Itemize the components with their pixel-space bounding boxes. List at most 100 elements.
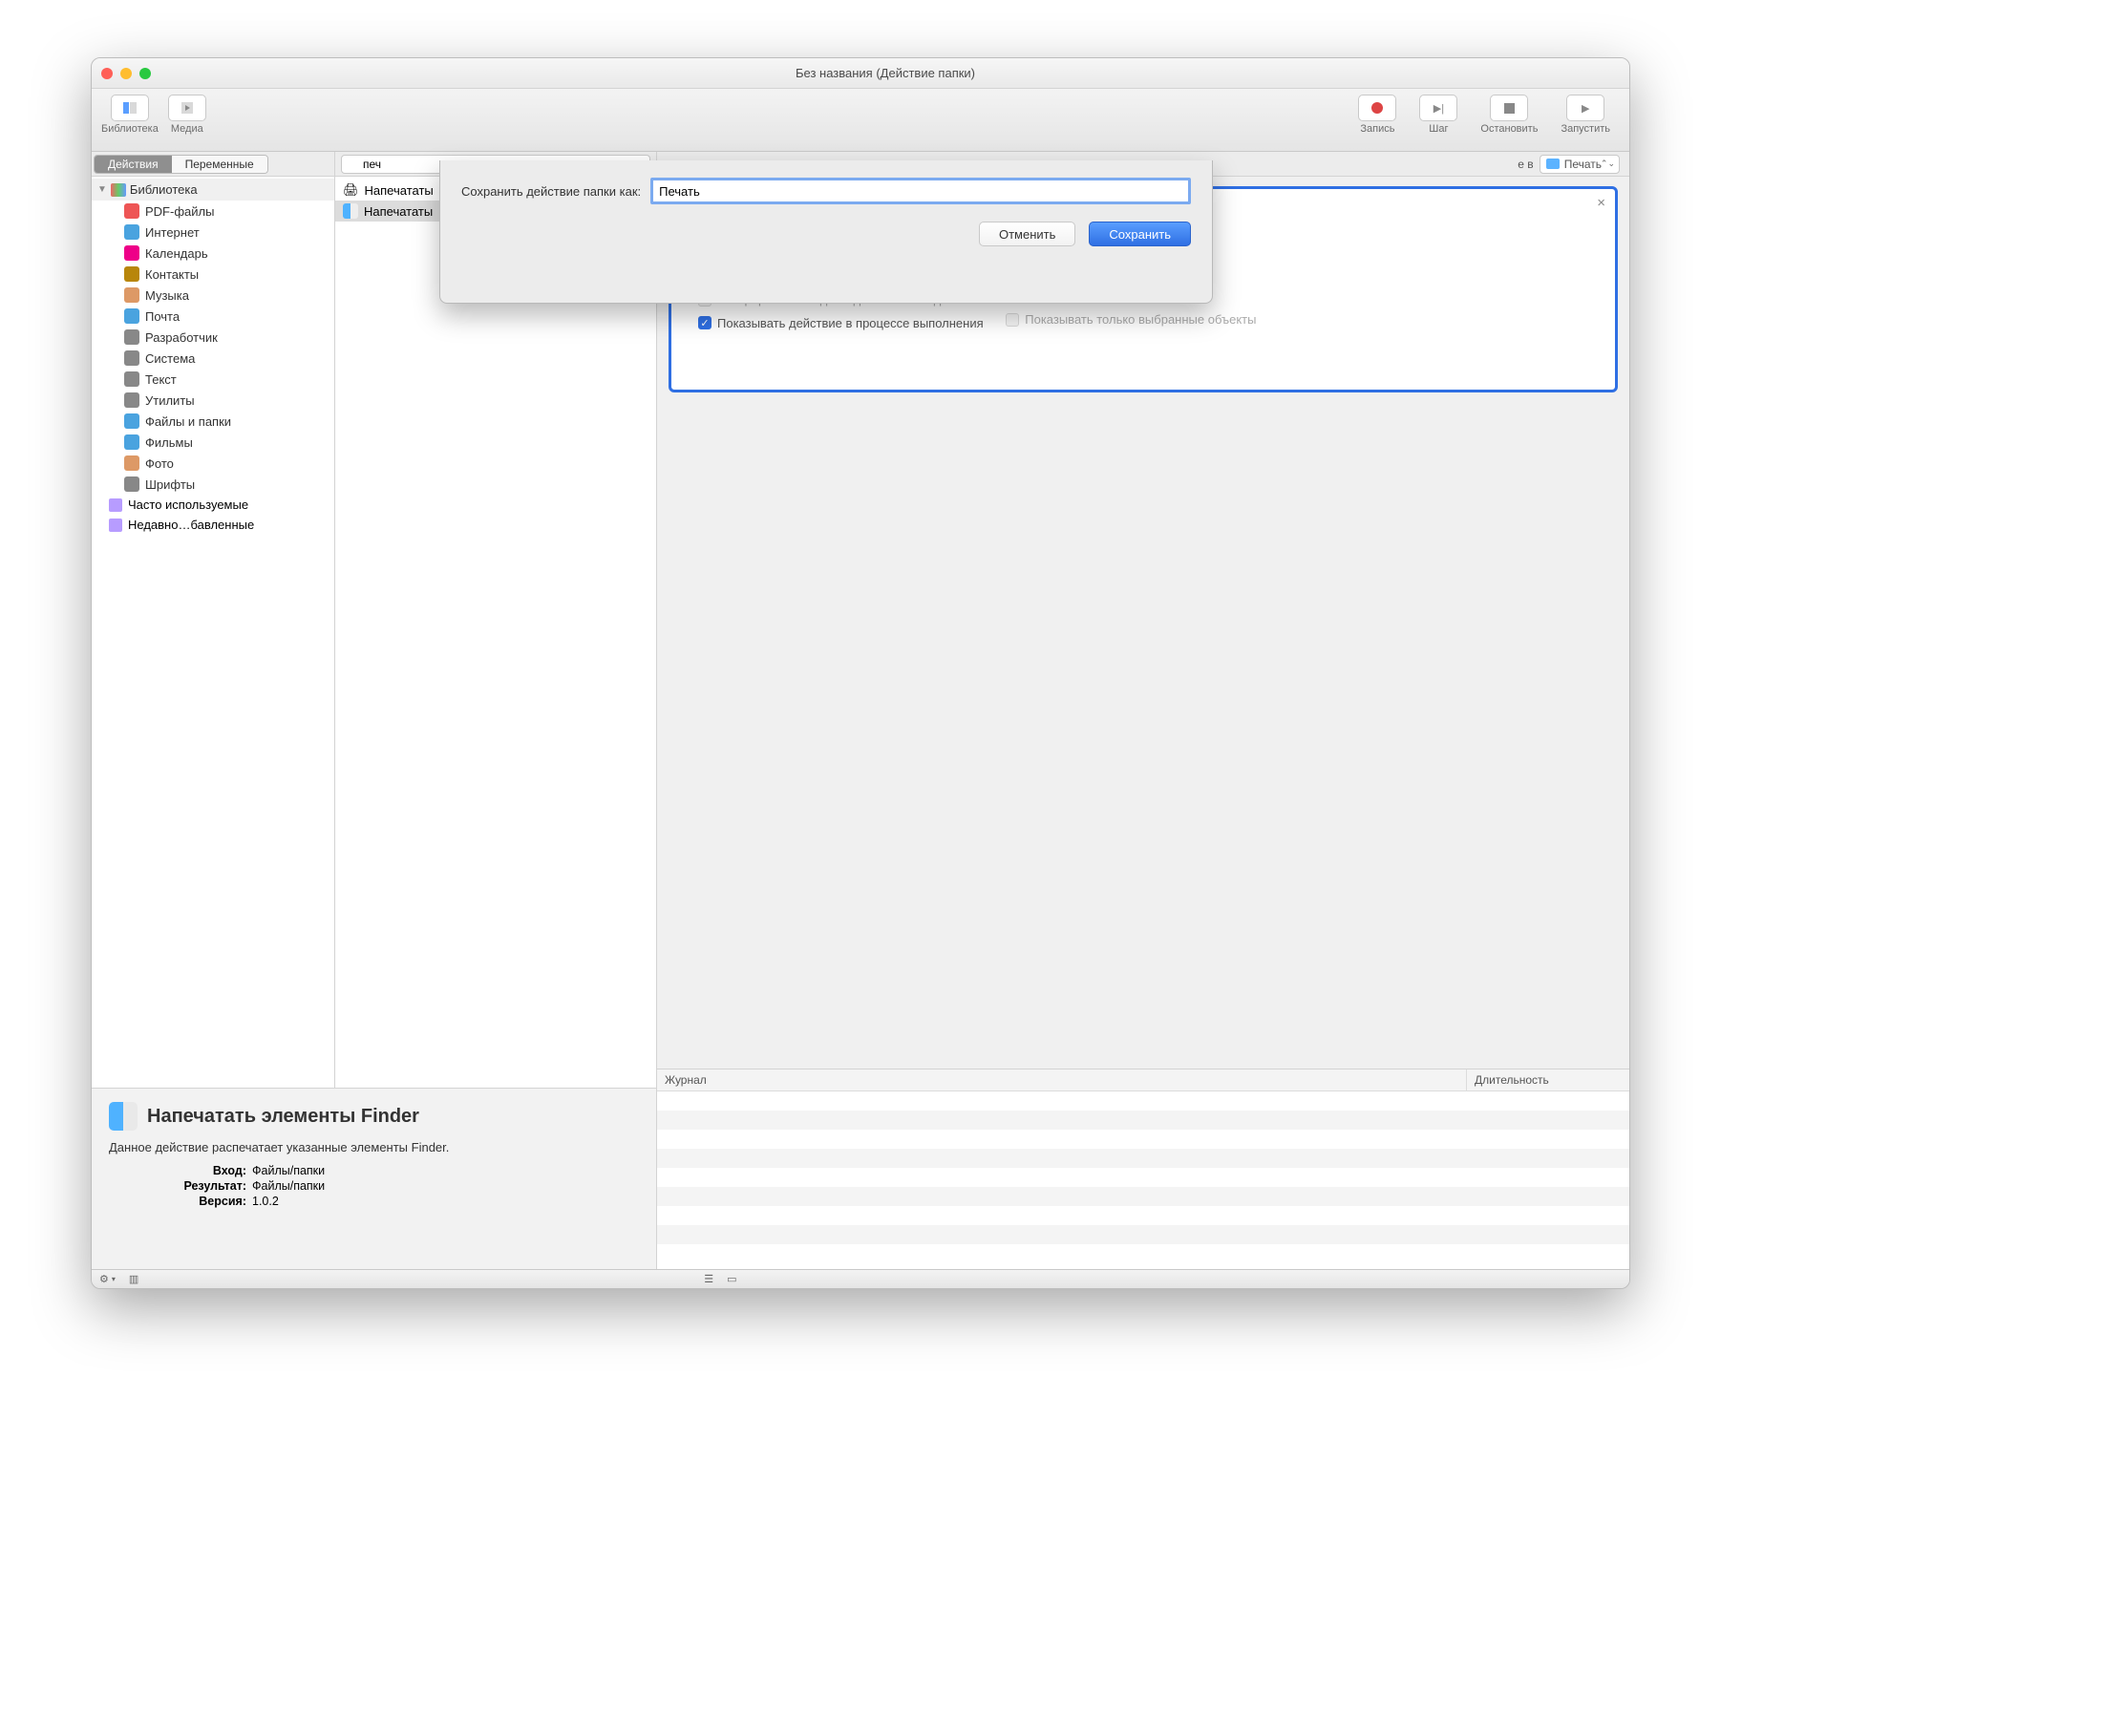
sidebar-item[interactable]: Система — [92, 348, 334, 369]
finder-icon — [343, 203, 358, 219]
info-result-key: Результат: — [109, 1179, 252, 1193]
save-dialog: Сохранить действие папки как: Отменить С… — [439, 160, 1213, 304]
sidebar-item[interactable]: Календарь — [92, 243, 334, 264]
stop-icon — [1504, 103, 1515, 114]
category-icon — [124, 350, 139, 366]
sidebar-tabs: Действия Переменные — [94, 155, 268, 174]
sidebar-item[interactable]: Разработчик — [92, 327, 334, 348]
sidebar-item-frequent[interactable]: Часто используемые — [92, 495, 334, 515]
sidebar-item[interactable]: Музыка — [92, 285, 334, 306]
checkbox-show-progress-label: Показывать действие в процессе выполнени… — [717, 316, 984, 330]
list-view-icon[interactable]: ☰ — [704, 1273, 713, 1285]
sidebar-item[interactable]: Фото — [92, 453, 334, 474]
sidebar-item[interactable]: Контакты — [92, 264, 334, 285]
sidebar-item[interactable]: Фильмы — [92, 432, 334, 453]
books-icon — [111, 183, 126, 197]
log-col-journal[interactable]: Журнал — [657, 1069, 1467, 1090]
tab-actions[interactable]: Действия — [95, 156, 172, 173]
info-input-value: Файлы/папки — [252, 1164, 325, 1177]
category-icon — [124, 392, 139, 408]
category-icon — [124, 308, 139, 324]
media-label: Медиа — [171, 123, 203, 135]
info-title: Напечатать элементы Finder — [147, 1106, 419, 1128]
info-input-key: Вход: — [109, 1164, 252, 1177]
log-rows — [657, 1091, 1629, 1269]
tray-icon[interactable]: ▥ — [129, 1273, 138, 1285]
sidebar-item-label: Почта — [145, 309, 180, 324]
traffic-lights — [101, 68, 151, 79]
sidebar-item-label: Фото — [145, 456, 174, 471]
sidebar-item-label: Шрифты — [145, 477, 195, 492]
sidebar-item[interactable]: Утилиты — [92, 390, 334, 411]
run-label: Запустить — [1561, 123, 1610, 135]
sidebar-item-label: PDF-файлы — [145, 204, 214, 219]
finder-icon — [109, 1102, 138, 1131]
info-panel: Напечатать элементы Finder Данное действ… — [92, 1088, 657, 1269]
play-icon: ▶ — [1582, 102, 1589, 115]
folder-icon — [109, 519, 122, 532]
info-result-value: Файлы/папки — [252, 1179, 325, 1193]
minimize-icon[interactable] — [120, 68, 132, 79]
folder-icon — [109, 498, 122, 512]
log-col-duration[interactable]: Длительность — [1467, 1069, 1629, 1090]
category-icon — [124, 245, 139, 261]
save-name-input[interactable] — [650, 178, 1191, 204]
category-icon — [124, 224, 139, 240]
workflow-area[interactable]: × Напечатать: Принтер по умолчанию ⌃⌄ Ре… — [657, 177, 1629, 1069]
grid-view-icon[interactable]: ▭ — [727, 1273, 736, 1285]
save-button[interactable]: Сохранить — [1089, 222, 1191, 246]
cancel-button[interactable]: Отменить — [979, 222, 1075, 246]
frequent-label: Часто используемые — [128, 498, 248, 512]
sidebar-item-label: Файлы и папки — [145, 414, 231, 429]
chevron-updown-icon: ⌃⌄ — [1601, 159, 1615, 169]
category-icon — [124, 266, 139, 282]
sidebar-item[interactable]: Текст — [92, 369, 334, 390]
close-icon[interactable] — [101, 68, 113, 79]
category-icon — [124, 455, 139, 471]
statusbar: ⚙▾ ▥ ☰ ▭ — [92, 1269, 1629, 1288]
category-icon — [124, 413, 139, 429]
run-button[interactable]: ▶ Запустить — [1561, 95, 1610, 135]
folder-icon — [1546, 159, 1560, 169]
category-icon — [124, 434, 139, 450]
checkbox-show-progress[interactable]: ✓ — [698, 316, 712, 329]
sidebar-item-label: Контакты — [145, 267, 199, 282]
sidebar-item-label: Текст — [145, 372, 177, 387]
record-button[interactable]: Запись — [1358, 95, 1396, 135]
sidebar-item-label: Интернет — [145, 225, 200, 240]
log-panel: Журнал Длительность — [657, 1069, 1629, 1269]
workflow-column: е в Печать ⌃⌄ × Напечатать: Принтер по у… — [657, 152, 1629, 1269]
stop-button[interactable]: Остановить — [1480, 95, 1538, 135]
sidebar-item[interactable]: PDF-файлы — [92, 201, 334, 222]
list-item-label: Напечататы — [365, 183, 434, 198]
sidebar-item[interactable]: Файлы и папки — [92, 411, 334, 432]
gear-menu[interactable]: ⚙▾ — [99, 1273, 116, 1285]
sidebar-item[interactable]: Интернет — [92, 222, 334, 243]
sidebar-item-label: Система — [145, 351, 195, 366]
close-icon[interactable]: × — [1597, 195, 1605, 211]
checkbox-show-selected — [1006, 313, 1019, 327]
library-button[interactable]: Библиотека — [101, 95, 159, 135]
media-button[interactable]: Медиа — [168, 95, 206, 135]
maximize-icon[interactable] — [139, 68, 151, 79]
titlebar: Без названия (Действие папки) — [92, 58, 1629, 89]
sidebar-item[interactable]: Почта — [92, 306, 334, 327]
category-icon — [124, 329, 139, 345]
tab-variables[interactable]: Переменные — [172, 156, 267, 173]
gear-icon: ⚙ — [99, 1273, 109, 1285]
step-button[interactable]: ▶|Шаг — [1419, 95, 1457, 135]
chevron-down-icon: ▼ — [97, 184, 107, 195]
info-version-key: Версия: — [109, 1195, 252, 1208]
library-header[interactable]: ▼ Библиотека — [92, 179, 334, 201]
sidebar-item[interactable]: Шрифты — [92, 474, 334, 495]
sidebar-item-recent[interactable]: Недавно…бавленные — [92, 515, 334, 535]
recent-label: Недавно…бавленные — [128, 518, 254, 532]
folder-select-label: Печать — [1564, 158, 1602, 171]
stop-label: Остановить — [1480, 123, 1538, 135]
category-icon — [124, 287, 139, 303]
chevron-down-icon: ▾ — [112, 1275, 116, 1283]
record-icon — [1371, 102, 1383, 114]
workflow-header-suffix: е в — [1518, 158, 1533, 171]
sidebar-item-label: Утилиты — [145, 393, 195, 408]
folder-select[interactable]: Печать ⌃⌄ — [1540, 155, 1620, 174]
